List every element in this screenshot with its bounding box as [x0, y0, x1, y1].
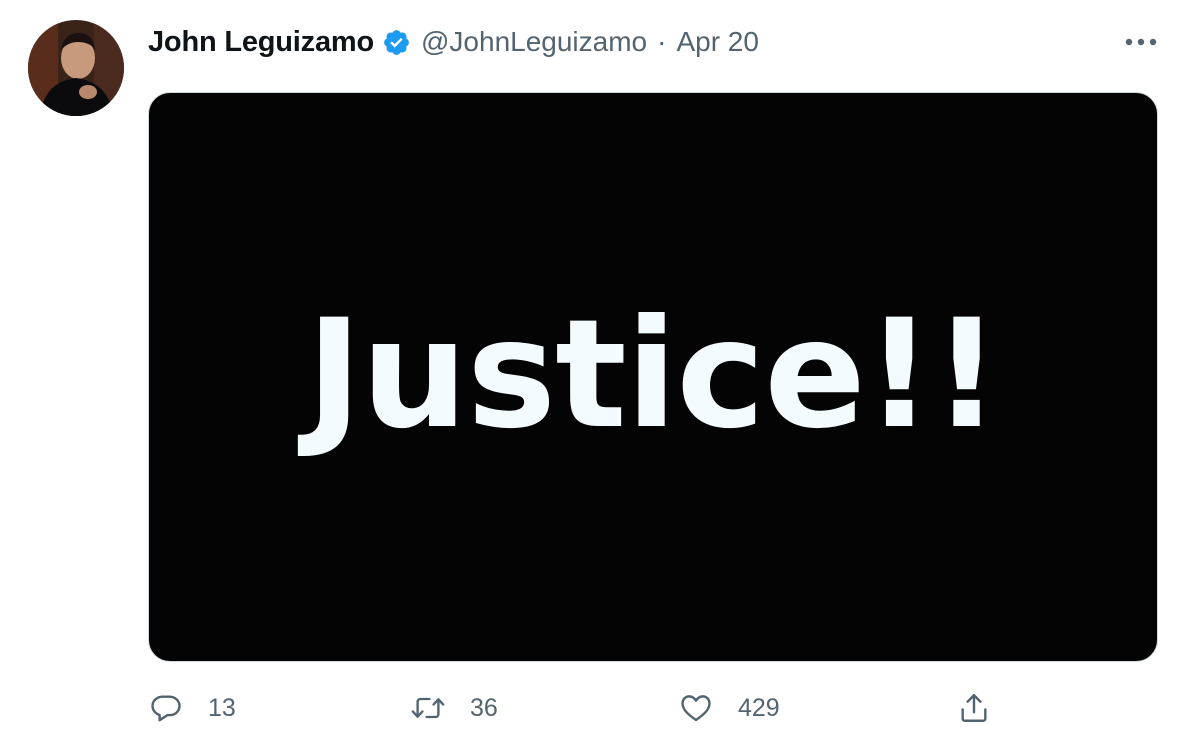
- retweet-button[interactable]: 36: [410, 686, 498, 730]
- reply-icon: [148, 690, 184, 726]
- tweet-actions: 13 36 429: [148, 686, 1158, 730]
- more-options-button[interactable]: [1118, 24, 1164, 60]
- heart-icon: [678, 690, 714, 726]
- retweet-icon: [410, 690, 446, 726]
- author-handle[interactable]: @JohnLeguizamo: [421, 26, 647, 58]
- like-count: 429: [738, 693, 780, 722]
- reply-count: 13: [208, 693, 236, 722]
- tweet-media-image[interactable]: Justice!!: [148, 92, 1158, 662]
- share-icon: [956, 690, 992, 726]
- reply-button[interactable]: 13: [148, 686, 236, 730]
- author-display-name[interactable]: John Leguizamo: [148, 26, 374, 59]
- verified-badge-icon: [382, 28, 411, 57]
- avatar[interactable]: [28, 20, 124, 116]
- tweet-date[interactable]: Apr 20: [676, 26, 759, 58]
- like-button[interactable]: 429: [678, 686, 780, 730]
- header-separator: ·: [657, 26, 667, 57]
- more-icon: [1125, 38, 1157, 46]
- tweet-header: John Leguizamo @JohnLeguizamo · Apr 20: [148, 22, 759, 62]
- tweet: John Leguizamo @JohnLeguizamo · Apr 20 J…: [0, 0, 1184, 750]
- avatar-photo: [28, 20, 124, 116]
- media-image-text: Justice!!: [306, 288, 1000, 462]
- retweet-count: 36: [470, 693, 498, 722]
- share-button[interactable]: [956, 686, 992, 730]
